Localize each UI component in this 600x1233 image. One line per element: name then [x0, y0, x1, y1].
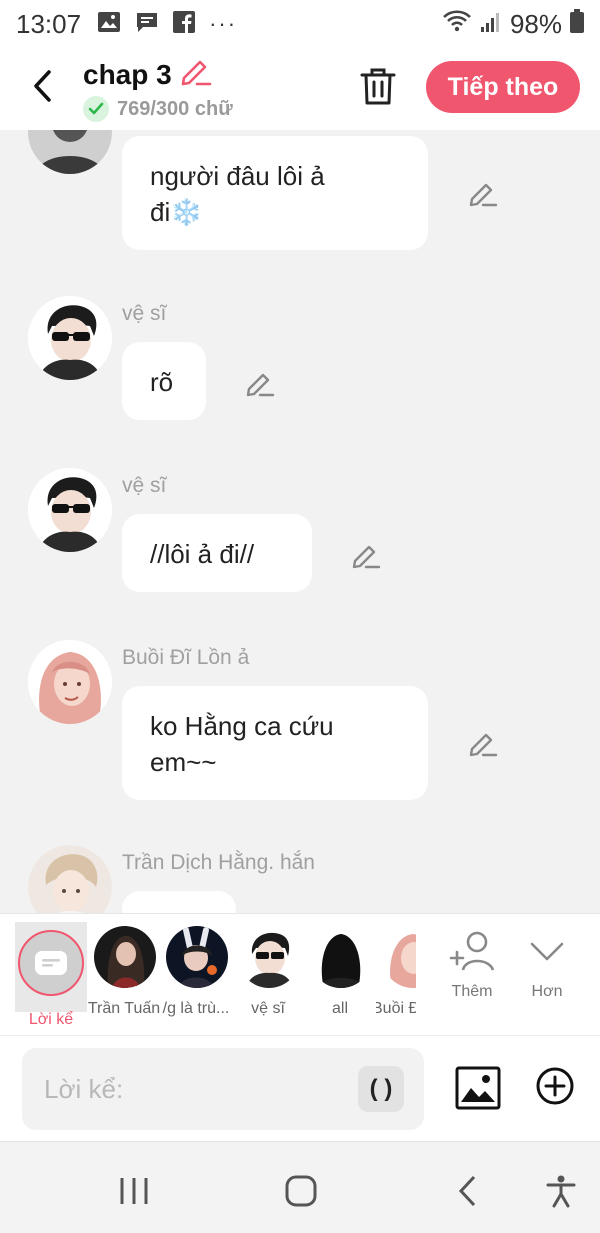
add-label: Thêm: [451, 983, 493, 1000]
plus-circle-icon: [536, 1067, 574, 1105]
message-icon: [135, 9, 159, 40]
speaker-name: vệ sĩ: [122, 302, 167, 325]
next-button[interactable]: Tiếp theo: [426, 61, 580, 113]
character-option[interactable]: all: [304, 914, 376, 1036]
home-button[interactable]: [284, 1174, 318, 1208]
battery-level: 98%: [509, 8, 562, 39]
narrator-label: Lời kể: [28, 1011, 74, 1028]
avatar[interactable]: [28, 845, 112, 913]
check-icon: [83, 96, 109, 122]
message-line: đi❄️: [150, 197, 203, 227]
character-selector: Lời kể Trần Tuấn /g là trù... vệ sĩ all …: [0, 913, 600, 1035]
facebook-icon: [173, 9, 196, 40]
word-count: 769/300 chữ: [83, 96, 233, 122]
character-avatar: [166, 926, 228, 988]
message-line: em~~: [150, 747, 217, 777]
narrator-option[interactable]: Lời kể: [15, 922, 87, 1028]
character-label: all: [331, 1000, 348, 1017]
status-time: 13:07: [16, 8, 82, 39]
edit-pencil-icon[interactable]: [468, 178, 498, 208]
character-avatar: [310, 926, 372, 988]
character-avatar: [238, 926, 300, 988]
parenthesis-button[interactable]: ( ): [358, 1066, 404, 1112]
message-line: rõ: [150, 367, 174, 397]
chapter-title-text: chap 3: [83, 58, 172, 90]
edit-pencil-icon[interactable]: [468, 728, 498, 758]
message-bubble[interactable]: rõ: [122, 342, 206, 420]
more-label: Hơn: [531, 983, 563, 1000]
message-bubble[interactable]: [122, 891, 236, 913]
add-button[interactable]: [535, 1066, 575, 1106]
wifi-icon: [442, 9, 472, 40]
character-option[interactable]: vệ sĩ: [232, 914, 304, 1036]
chevron-down-icon: [530, 942, 564, 961]
accessibility-button[interactable]: [544, 1174, 578, 1208]
chapter-title[interactable]: chap 3: [83, 56, 212, 93]
character-avatar: [382, 926, 416, 988]
trash-icon: [360, 68, 396, 105]
compose-bar: ( ): [0, 1035, 600, 1141]
character-option[interactable]: Trần Tuấn: [88, 914, 160, 1036]
edit-pencil-icon[interactable]: [245, 368, 275, 398]
status-bar: 13:07 ··· 98%: [0, 0, 600, 48]
image-icon: [455, 1066, 501, 1110]
editor-header: chap 3 769/300 chữ Tiếp theo: [0, 48, 600, 130]
back-button[interactable]: [22, 64, 62, 108]
speaker-name: vệ sĩ: [122, 474, 167, 497]
speaker-name: Trần Dịch Hằng. hắn: [122, 851, 315, 874]
signal-icon: [480, 9, 502, 40]
avatar[interactable]: [28, 296, 112, 380]
recents-icon: [120, 1178, 148, 1204]
speaker-name: Buồi Đĩ Lồn ả: [122, 646, 250, 669]
edit-pencil-icon[interactable]: [351, 540, 381, 570]
character-option[interactable]: /g là trù...: [160, 914, 232, 1036]
avatar[interactable]: [28, 640, 112, 724]
more-icon: ···: [209, 11, 238, 36]
avatar[interactable]: [28, 130, 112, 174]
character-option[interactable]: Buồi Đ: [376, 914, 416, 1036]
chevron-left-icon: [34, 70, 51, 102]
character-label: Buồi Đ: [376, 1000, 416, 1017]
insert-image-button[interactable]: [455, 1066, 501, 1110]
message-bubble[interactable]: //lôi ả đi//: [122, 514, 312, 592]
add-person-icon: [449, 931, 495, 971]
character-avatar: [94, 926, 156, 988]
delete-button[interactable]: [358, 66, 398, 108]
accessibility-icon: [546, 1175, 576, 1208]
system-navigation-bar: [0, 1141, 600, 1233]
chat-list: người đâu lôi ả đi❄️ vệ sĩ rõ vệ sĩ //lô…: [0, 130, 600, 913]
message-line: //lôi ả đi//: [150, 539, 255, 569]
message-bubble[interactable]: ko Hằng ca cứu em~~: [122, 686, 428, 800]
avatar[interactable]: [28, 468, 112, 552]
pencil-icon[interactable]: [178, 56, 212, 93]
system-back-button[interactable]: [452, 1174, 486, 1208]
battery-icon: [570, 8, 584, 40]
add-character-button[interactable]: Thêm: [442, 928, 502, 1001]
word-count-text: 769/300 chữ: [117, 97, 233, 120]
narrator-icon: [18, 930, 84, 996]
chevron-left-icon: [458, 1175, 476, 1207]
message-line: ko Hằng ca cứu: [150, 711, 334, 741]
message-bubble[interactable]: người đâu lôi ả đi❄️: [122, 136, 428, 250]
gallery-icon: [97, 9, 121, 40]
home-icon: [285, 1175, 317, 1207]
recent-apps-button[interactable]: [118, 1174, 152, 1208]
message-line: người đâu lôi ả: [150, 161, 325, 191]
more-characters-button[interactable]: Hơn: [517, 928, 577, 1001]
